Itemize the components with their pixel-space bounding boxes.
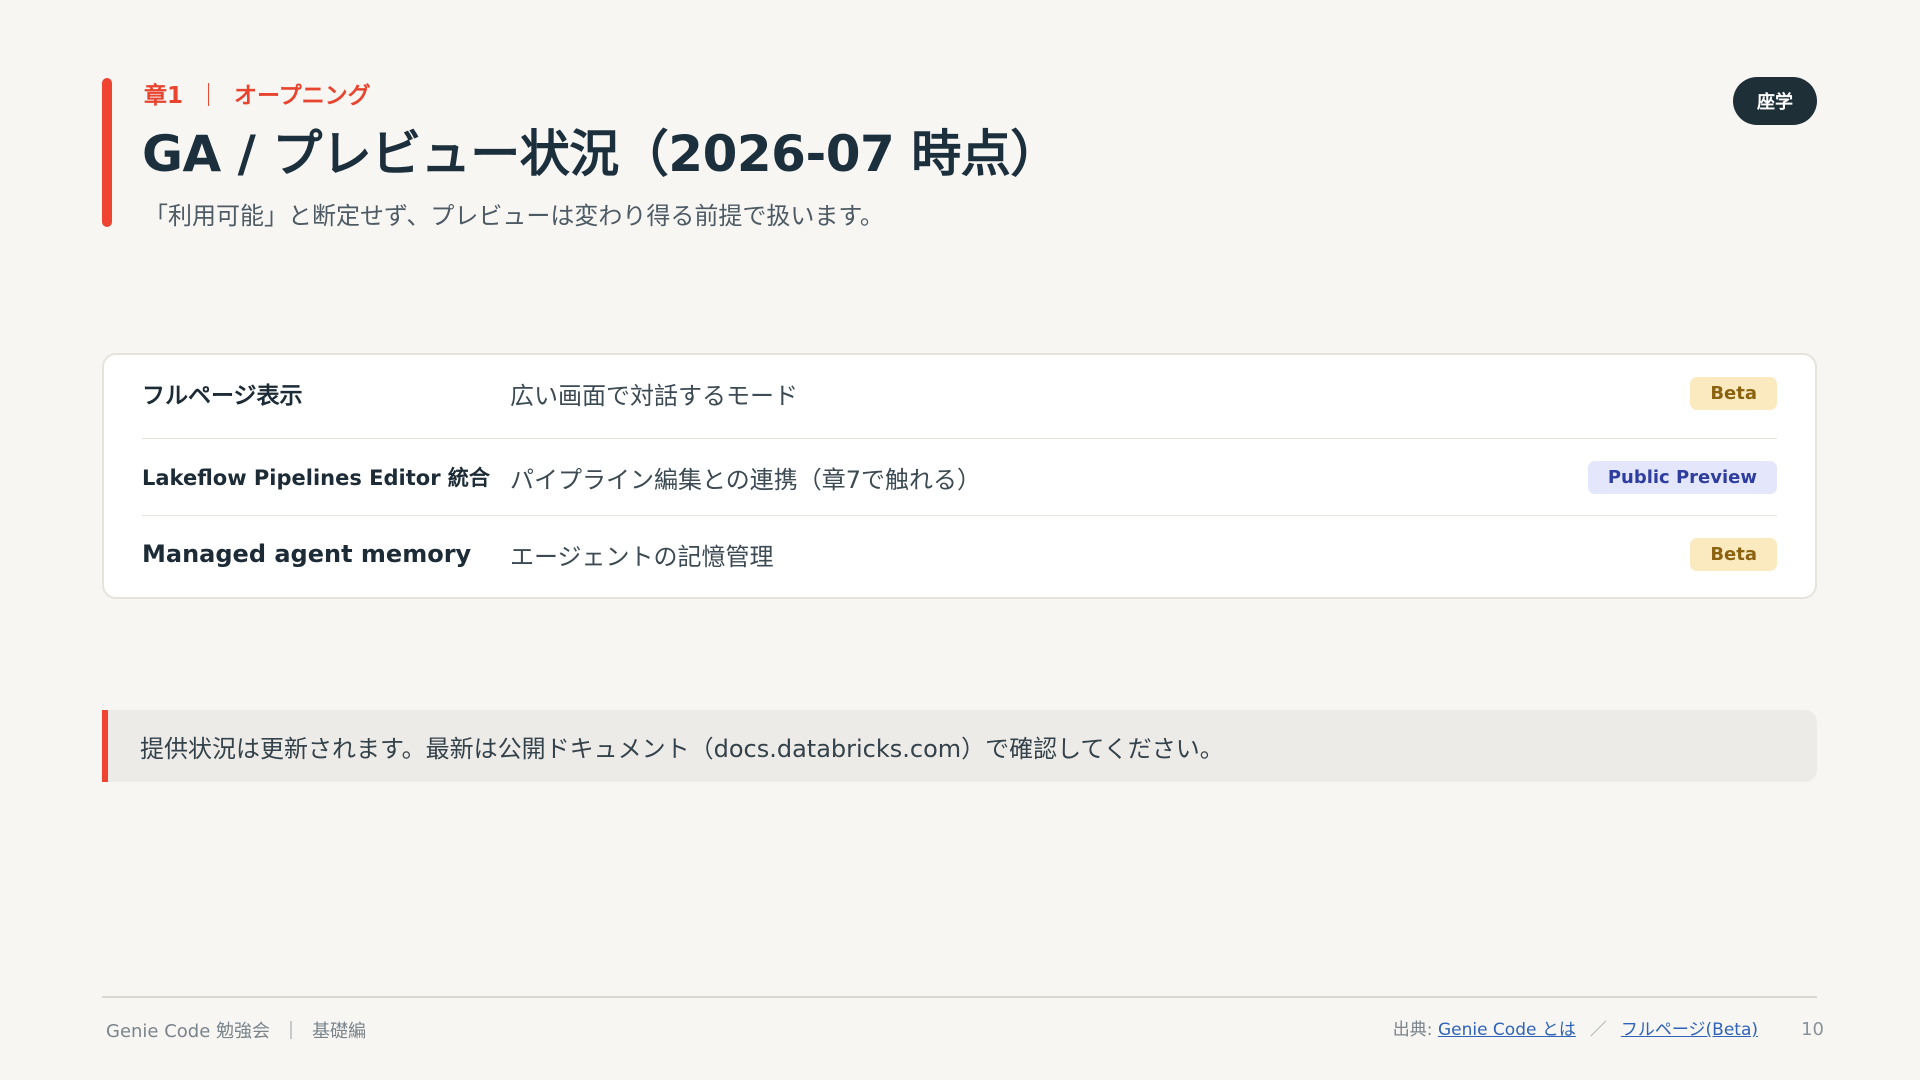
footer-separator: ｜ <box>282 1021 301 1042</box>
status-row: Lakeflow Pipelines Editor 統合 パイプライン編集との連… <box>142 438 1777 515</box>
sources-label: 出典: <box>1392 1020 1433 1040</box>
chapter-label: 章1 ｜ オープニング <box>144 76 371 110</box>
status-badge: Beta <box>1690 537 1777 571</box>
source-link-genie-code[interactable]: Genie Code とは <box>1438 1020 1576 1040</box>
source-link-full-page[interactable]: フルページ(Beta) <box>1621 1020 1758 1040</box>
source-separator: ／ <box>1589 1020 1607 1040</box>
status-badge: Beta <box>1690 376 1777 410</box>
feature-description: エージェントの記憶管理 <box>510 542 774 571</box>
feature-description: パイプライン編集との連携（章7で触れる） <box>510 465 982 494</box>
chapter-title: オープニング <box>234 83 371 109</box>
status-row: Managed agent memory エージェントの記憶管理 Beta <box>142 515 1777 592</box>
footer-event-name: Genie Code 勉強会 <box>106 1021 271 1042</box>
footer-sources: 出典: Genie Code とは ／ フルページ(Beta) <box>1393 1015 1758 1040</box>
footer-divider <box>102 996 1817 998</box>
status-row: フルページ表示 広い画面で対話するモード Beta <box>142 355 1777 431</box>
page-subtitle: 「利用可能」と断定せず、プレビューは変わり得る前提で扱います。 <box>144 202 884 230</box>
info-note-text: 提供状況は更新されます。最新は公開ドキュメント（docs.databricks.… <box>140 734 1224 763</box>
status-table: フルページ表示 広い画面で対話するモード Beta Lakeflow Pipel… <box>102 353 1817 599</box>
info-note: 提供状況は更新されます。最新は公開ドキュメント（docs.databricks.… <box>102 710 1817 782</box>
feature-name: フルページ表示 <box>142 383 303 409</box>
page-number: 10 <box>1801 1019 1824 1040</box>
feature-name: Lakeflow Pipelines Editor 統合 <box>142 466 490 490</box>
status-badge: Public Preview <box>1587 460 1777 494</box>
chapter-separator: ｜ <box>197 83 221 109</box>
feature-name: Managed agent memory <box>142 540 472 568</box>
footer-event: Genie Code 勉強会 ｜ 基礎編 <box>106 1017 366 1043</box>
mode-badge: 座学 <box>1733 77 1817 125</box>
page-title: GA / プレビュー状況（2026-07 時点） <box>142 125 1060 183</box>
footer-course: 基礎編 <box>312 1021 367 1042</box>
header-accent-bar <box>102 78 112 227</box>
chapter-number: 章1 <box>144 83 184 109</box>
feature-description: 広い画面で対話するモード <box>510 381 798 410</box>
